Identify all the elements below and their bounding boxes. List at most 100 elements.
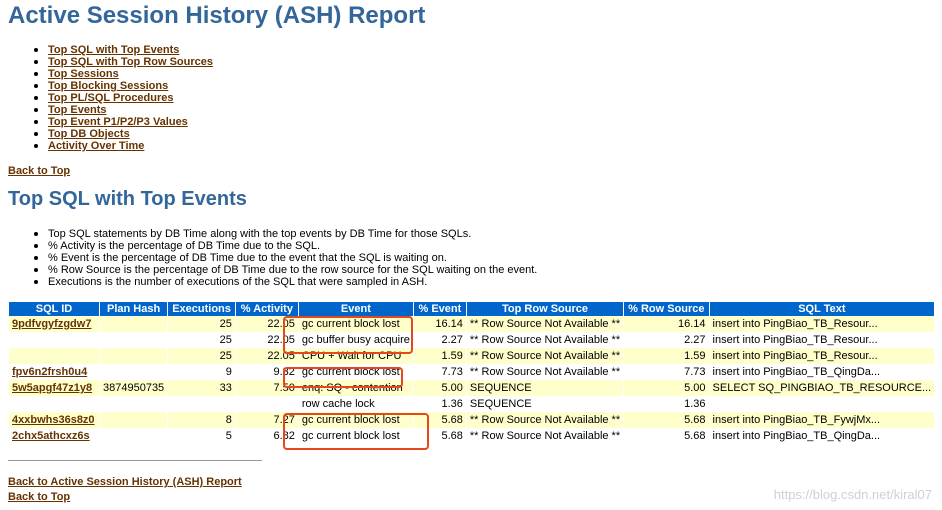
cell-row-source: ** Row Source Not Available ** [466,348,624,364]
toc-link-top-blocking-sessions[interactable]: Top Blocking Sessions [48,80,168,92]
cell-sql-text: insert into PingBiao_TB_QingDa... [709,428,935,444]
toc-item: Top Sessions [28,68,213,80]
cell-row-source: ** Row Source Not Available ** [466,412,624,428]
cell-executions: 33 [168,380,235,396]
cell-row-source: ** Row Source Not Available ** [466,364,624,380]
sql-id-link[interactable]: 4xxbwhs36s8z0 [12,414,95,426]
cell-sql-text: insert into PingBiao_TB_QingDa... [709,364,935,380]
cell-activity: 9.32 [235,364,298,380]
back-to-top-link-bottom[interactable]: Back to Top [8,491,70,503]
cell-plan-hash [100,348,168,364]
cell-sql-id: 9pdfvgyfzgdw7 [9,316,99,332]
cell-activity: 22.05 [235,332,298,348]
table-row: fpv6n2frsh0u4 9 9.32 gc current block lo… [9,364,935,380]
col-executions: Executions [168,302,235,316]
cell-plan-hash: 3874950735 [100,380,168,396]
toc-link-top-events[interactable]: Top Events [48,104,106,116]
col-activity: % Activity [235,302,298,316]
table-of-contents: Top SQL with Top Events Top SQL with Top… [28,44,213,152]
toc-link-activity-over-time[interactable]: Activity Over Time [48,140,144,152]
cell-row-source-pct: 5.00 [624,380,709,396]
cell-event-pct: 5.00 [413,380,466,396]
cell-event: gc buffer busy acquire [298,332,413,348]
cell-row-source-pct: 1.36 [624,396,709,412]
cell-plan-hash [100,332,168,348]
cell-event-pct: 16.14 [413,316,466,332]
back-to-ash-report-link[interactable]: Back to Active Session History (ASH) Rep… [8,476,242,488]
col-top-row-source: Top Row Source [466,302,624,316]
cell-row-source: ** Row Source Not Available ** [466,428,624,444]
cell-executions: 25 [168,332,235,348]
table-row: 2chx5athcxz6s 5 6.82 gc current block lo… [9,428,935,444]
note-item: % Row Source is the percentage of DB Tim… [28,264,537,276]
cell-executions: 25 [168,316,235,332]
table-row: 25 22.05 gc buffer busy acquire 2.27 ** … [9,332,935,348]
toc-link-top-db-objects[interactable]: Top DB Objects [48,128,130,140]
divider [8,460,262,461]
section-notes: Top SQL statements by DB Time along with… [28,228,537,288]
cell-event: row cache lock [298,396,413,412]
cell-event-pct: 2.27 [413,332,466,348]
cell-sql-text: SELECT SQ_PINGBIAO_TB_RESOURCE... [709,380,935,396]
cell-sql-id: 5w5apgf47z1y8 [9,380,99,396]
cell-event-pct: 1.36 [413,396,466,412]
top-sql-events-table: SQL ID Plan Hash Executions % Activity E… [8,302,935,444]
toc-link-top-sessions[interactable]: Top Sessions [48,68,119,80]
cell-activity: 7.27 [235,412,298,428]
cell-plan-hash [100,412,168,428]
toc-item: Top SQL with Top Events [28,44,213,56]
toc-item: Top PL/SQL Procedures [28,92,213,104]
report-title: Active Session History (ASH) Report [8,2,426,29]
col-sql-id: SQL ID [9,302,99,316]
toc-link-top-sql-events[interactable]: Top SQL with Top Events [48,44,179,56]
toc-item: Activity Over Time [28,140,213,152]
section-title: Top SQL with Top Events [8,188,247,210]
cell-activity: 6.82 [235,428,298,444]
cell-sql-id: 2chx5athcxz6s [9,428,99,444]
cell-plan-hash [100,396,168,412]
cell-sql-id [9,396,99,412]
toc-item: Top Events [28,104,213,116]
toc-link-top-plsql[interactable]: Top PL/SQL Procedures [48,92,174,104]
cell-activity: 7.50 [235,380,298,396]
table-row: 4xxbwhs36s8z0 8 7.27 gc current block lo… [9,412,935,428]
cell-row-source-pct: 5.68 [624,412,709,428]
col-event: Event [298,302,413,316]
toc-link-top-event-params[interactable]: Top Event P1/P2/P3 Values [48,116,188,128]
toc-link-top-sql-row-sources[interactable]: Top SQL with Top Row Sources [48,56,213,68]
toc-item: Top Event P1/P2/P3 Values [28,116,213,128]
sql-id-link[interactable]: fpv6n2frsh0u4 [12,366,87,378]
cell-sql-id [9,332,99,348]
cell-sql-id: 4xxbwhs36s8z0 [9,412,99,428]
cell-row-source: SEQUENCE [466,380,624,396]
cell-row-source-pct: 7.73 [624,364,709,380]
table-row: 25 22.05 CPU + Wait for CPU 1.59 ** Row … [9,348,935,364]
cell-row-source: SEQUENCE [466,396,624,412]
cell-event: gc current block lost [298,412,413,428]
cell-executions [168,396,235,412]
sql-id-link[interactable]: 5w5apgf47z1y8 [12,382,92,394]
cell-event: CPU + Wait for CPU [298,348,413,364]
note-item: % Activity is the percentage of DB Time … [28,240,537,252]
col-row-source-pct: % Row Source [624,302,709,316]
cell-row-source-pct: 5.68 [624,428,709,444]
cell-row-source: ** Row Source Not Available ** [466,316,624,332]
cell-row-source-pct: 1.59 [624,348,709,364]
table-row: 9pdfvgyfzgdw7 25 22.05 gc current block … [9,316,935,332]
back-to-top-link[interactable]: Back to Top [8,165,70,177]
sql-id-link[interactable]: 9pdfvgyfzgdw7 [12,318,91,330]
cell-sql-text: insert into PingBiao_TB_Resour... [709,348,935,364]
cell-event: gc current block lost [298,428,413,444]
table-header-row: SQL ID Plan Hash Executions % Activity E… [9,302,935,316]
cell-sql-id: fpv6n2frsh0u4 [9,364,99,380]
table-row: 5w5apgf47z1y8 3874950735 33 7.50 enq: SQ… [9,380,935,396]
note-item: % Event is the percentage of DB Time due… [28,252,537,264]
cell-event: gc current block lost [298,316,413,332]
cell-activity [235,396,298,412]
col-sql-text: SQL Text [709,302,935,316]
cell-sql-text: insert into PingBiao_TB_Resour... [709,332,935,348]
cell-activity: 22.05 [235,348,298,364]
cell-executions: 8 [168,412,235,428]
cell-executions: 9 [168,364,235,380]
sql-id-link[interactable]: 2chx5athcxz6s [12,430,90,442]
